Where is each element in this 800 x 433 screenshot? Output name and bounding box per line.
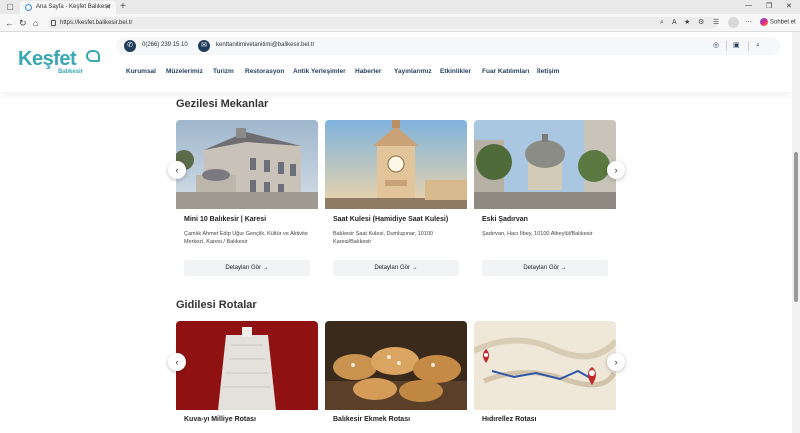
place-name[interactable]: Mini 10 Balıkesir | Karesi bbox=[184, 216, 266, 223]
menu-item-etkinlikler[interactable]: Etkinlikler bbox=[440, 68, 471, 75]
route-name[interactable]: Hıdırellez Rotası bbox=[482, 416, 536, 423]
more-menu-icon[interactable]: ⋯ bbox=[745, 18, 752, 28]
browser-tab-active[interactable]: Ana Sayfa - Keşfet Balıkesir ✕ bbox=[20, 1, 116, 14]
home-icon[interactable]: ⌂ bbox=[33, 17, 38, 29]
extensions-icon[interactable]: ⚙ bbox=[698, 18, 704, 28]
phone-icon: ✆ bbox=[124, 40, 136, 52]
menu-item-kurumsal[interactable]: Kurumsal bbox=[126, 68, 156, 75]
logo-word: Keşfet bbox=[18, 48, 77, 70]
contact-bar: ✆ 0(266) 239 15 10 ✉ kenttanitimivetanit… bbox=[116, 37, 780, 55]
copilot-icon bbox=[760, 18, 768, 26]
page-scrollbar[interactable] bbox=[792, 32, 800, 433]
place-photo[interactable] bbox=[474, 120, 616, 209]
route-photo[interactable] bbox=[176, 321, 318, 410]
address-bar[interactable]: https://kesfet.balikesir.bel.tr bbox=[48, 17, 718, 29]
copilot-label: Sohbet et bbox=[770, 19, 796, 26]
maximize-icon[interactable]: ❐ bbox=[766, 2, 772, 10]
scrollbar-thumb[interactable] bbox=[794, 152, 798, 302]
place-photo[interactable] bbox=[176, 120, 318, 209]
logo-heart-icon bbox=[86, 50, 100, 62]
menu-item-yayinlarimiz[interactable]: Yayınlarımız bbox=[394, 68, 432, 75]
toolbar-divider bbox=[748, 41, 749, 51]
menu-item-haberler[interactable]: Haberler bbox=[355, 68, 381, 75]
details-button-label: Detayları Gör bbox=[374, 265, 410, 271]
places-prev-button[interactable]: ‹ bbox=[168, 161, 186, 179]
site-logo[interactable]: Keşfet Balıkesir bbox=[18, 48, 103, 80]
route-card: Hıdırellez Rotası bbox=[474, 321, 616, 433]
page-viewport: Keşfet Balıkesir ✆ 0(266) 239 15 10 ✉ ke… bbox=[0, 32, 792, 433]
reload-icon[interactable]: ↻ bbox=[19, 17, 27, 29]
collections-icon[interactable]: ☰ bbox=[713, 18, 719, 28]
email-icon: ✉ bbox=[198, 40, 210, 52]
details-button-label: Detayları Gör bbox=[225, 265, 261, 271]
place-card: Eski Şadırvan Şadırvan, Hacı İlbey, 1010… bbox=[474, 120, 616, 280]
browser-tabstrip: ▢ Ana Sayfa - Keşfet Balıkesir ✕ + — ❐ ✕ bbox=[0, 0, 800, 14]
site-favicon-icon bbox=[25, 4, 32, 11]
menu-item-fuar-katilimlari[interactable]: Fuar Katılımları bbox=[482, 68, 529, 75]
place-card: Mini 10 Balıkesir | Karesi Çamlık Ahmet … bbox=[176, 120, 318, 280]
route-map[interactable] bbox=[474, 321, 616, 410]
close-tab-icon[interactable]: ✕ bbox=[105, 3, 111, 11]
menu-item-antik-yerlesimler[interactable]: Antik Yerleşimler bbox=[293, 68, 346, 75]
route-card: Kuva-yı Milliye Rotası bbox=[176, 321, 318, 433]
route-name[interactable]: Kuva-yı Milliye Rotası bbox=[184, 416, 256, 423]
phone-number[interactable]: 0(266) 239 15 10 bbox=[142, 42, 188, 48]
routes-prev-button[interactable]: ‹ bbox=[168, 353, 186, 371]
places-section-title: Gezilesi Mekanlar bbox=[176, 98, 269, 110]
arrow-right-icon: → bbox=[560, 265, 567, 271]
new-tab-button[interactable]: + bbox=[120, 1, 126, 13]
place-photo[interactable] bbox=[325, 120, 467, 209]
details-button-label: Detayları Gör bbox=[523, 265, 559, 271]
browser-toolbar: ← ↻ ⌂ https://kesfet.balikesir.bel.tr ⌕ … bbox=[0, 14, 800, 32]
routes-next-button[interactable]: › bbox=[607, 353, 625, 371]
place-address: Balıkesir Saat Kulesi, Dumlupınar, 10100… bbox=[333, 231, 433, 245]
tab-title: Ana Sayfa - Keşfet Balıkesir bbox=[36, 4, 111, 10]
place-name[interactable]: Eski Şadırvan bbox=[482, 216, 528, 223]
arrow-right-icon: → bbox=[262, 265, 269, 271]
menu-item-iletisim[interactable]: İletişim bbox=[537, 68, 559, 75]
site-header: Keşfet Balıkesir ✆ 0(266) 239 15 10 ✉ ke… bbox=[0, 32, 792, 92]
email-address[interactable]: kenttanitimivetanitimi@balikesir.bel.tr bbox=[216, 42, 314, 48]
url-text: https://kesfet.balikesir.bel.tr bbox=[60, 20, 133, 26]
zoom-icon[interactable]: ⌕ bbox=[660, 18, 664, 28]
arrow-right-icon: → bbox=[411, 265, 418, 271]
toolbar-divider bbox=[726, 41, 727, 51]
menu-item-restorasyon[interactable]: Restorasyon bbox=[245, 68, 284, 75]
minimize-icon[interactable]: — bbox=[745, 2, 752, 9]
route-name[interactable]: Balıkesir Ekmek Rotası bbox=[333, 416, 410, 423]
menu-item-turizm[interactable]: Turizm bbox=[213, 68, 234, 75]
back-icon[interactable]: ← bbox=[5, 17, 14, 29]
place-card: Saat Kulesi (Hamidiye Saat Kulesi) Balık… bbox=[325, 120, 467, 280]
tab-actions-icon[interactable]: ▢ bbox=[3, 2, 17, 12]
copilot-button[interactable]: Sohbet et bbox=[760, 18, 796, 26]
close-window-icon[interactable]: ✕ bbox=[786, 2, 792, 10]
profile-avatar[interactable] bbox=[728, 17, 739, 28]
route-card: Balıkesir Ekmek Rotası bbox=[325, 321, 467, 433]
details-button[interactable]: Detayları Gör → bbox=[482, 260, 608, 276]
search-icon[interactable]: ⌕ bbox=[756, 41, 760, 51]
favorite-star-icon[interactable]: ★ bbox=[684, 18, 690, 28]
instagram-icon[interactable]: ◎ bbox=[713, 41, 719, 51]
places-next-button[interactable]: › bbox=[607, 161, 625, 179]
place-name[interactable]: Saat Kulesi (Hamidiye Saat Kulesi) bbox=[333, 216, 448, 223]
details-button[interactable]: Detayları Gör → bbox=[333, 260, 459, 276]
details-button[interactable]: Detayları Gör → bbox=[184, 260, 310, 276]
routes-section-title: Gidilesi Rotalar bbox=[176, 299, 257, 311]
route-photo[interactable] bbox=[325, 321, 467, 410]
lock-icon bbox=[51, 20, 56, 26]
place-address: Şadırvan, Hacı İlbey, 10100 Altıeylül/Ba… bbox=[482, 231, 593, 237]
youtube-icon[interactable]: ▣ bbox=[733, 41, 740, 51]
logo-sub: Balıkesir bbox=[58, 69, 84, 75]
read-aloud-icon[interactable]: A bbox=[672, 18, 677, 28]
menu-item-muzelerimiz[interactable]: Müzelerimiz bbox=[166, 68, 203, 75]
place-address: Çamlık Ahmet Edip Uğur Gençlik, Kültür v… bbox=[184, 231, 308, 245]
